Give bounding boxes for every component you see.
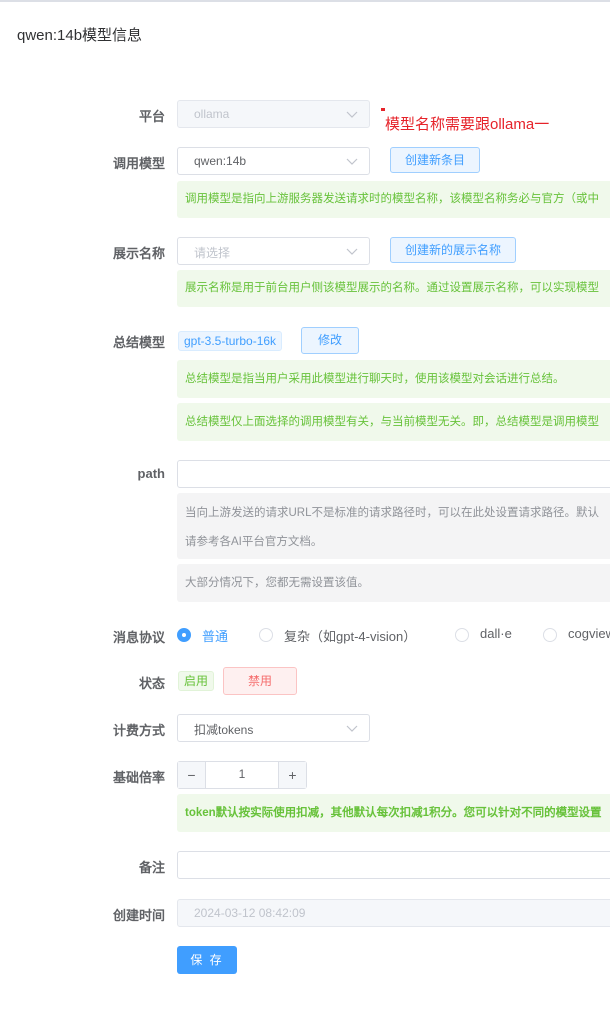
summary-model-label: 总结模型 [112, 335, 165, 350]
status-label: 状态 [138, 676, 165, 691]
summary-model-tip-1: 总结模型是指当用户采用此模型进行聊天时，使用该模型对会话进行总结。 [177, 360, 610, 398]
create-model-button[interactable]: 创建新条目 [390, 147, 481, 173]
top-divider [0, 0, 610, 2]
created-label: 创建时间 [112, 908, 165, 923]
radio-checked-icon [177, 628, 191, 642]
path-info-2: 大部分情况下，您都无需设置该值。 [177, 564, 610, 602]
display-name-select[interactable]: 请选择 [177, 237, 370, 265]
path-label: path [137, 466, 165, 481]
billing-label: 计费方式 [112, 723, 165, 738]
rate-value[interactable]: 1 [206, 767, 278, 781]
protocol-label: 消息协议 [112, 630, 165, 645]
rate-label: 基础倍率 [112, 770, 165, 785]
created-value: 2024-03-12 08:42:09 [194, 906, 306, 920]
save-button[interactable]: 保 存 [177, 946, 237, 974]
path-info-1: 当向上游发送的请求URL不是标准的请求路径时，可以在此处设置请求路径。默认 请参… [177, 493, 610, 559]
summary-model-tip-2: 总结模型仅上面选择的调用模型有关，与当前模型无关。即，总结模型是调用模型 [177, 403, 610, 441]
model-select[interactable]: qwen:14b [177, 147, 370, 175]
status-tag: 启用 [178, 671, 215, 691]
chevron-down-icon [346, 111, 358, 118]
platform-label: 平台 [138, 109, 165, 124]
radio-unchecked-icon [259, 628, 273, 642]
model-label: 调用模型 [112, 156, 165, 171]
create-display-name-button[interactable]: 创建新的展示名称 [390, 237, 517, 263]
model-value: qwen:14b [194, 154, 247, 168]
summary-model-tag: gpt-3.5-turbo-16k [178, 331, 283, 351]
display-name-label: 展示名称 [112, 246, 165, 261]
remark-label: 备注 [138, 860, 165, 875]
disable-button[interactable]: 禁用 [223, 667, 298, 695]
protocol-option-label: 普通 [202, 629, 229, 644]
remark-input[interactable] [177, 851, 610, 879]
chevron-down-icon [346, 248, 358, 255]
rate-tip: token默认按实际使用扣减，其他默认每次扣减1积分。您可以针对不同的模型设置 [177, 794, 610, 832]
platform-value: ollama [194, 107, 230, 121]
model-tip: 调用模型是指向上游服务器发送请求时的模型名称，该模型名称务必与官方（或中 [177, 181, 610, 218]
protocol-option-label: cogview [568, 626, 610, 641]
rate-stepper[interactable]: − 1 + [177, 761, 307, 789]
billing-select[interactable]: 扣减tokens [177, 714, 370, 742]
chevron-down-icon [346, 158, 358, 165]
annotation-text: 模型名称需要跟ollama一 [385, 116, 550, 133]
increment-button[interactable]: + [278, 762, 306, 788]
created-input: 2024-03-12 08:42:09 [177, 899, 610, 927]
radio-unchecked-icon [455, 628, 469, 642]
display-name-placeholder: 请选择 [194, 246, 231, 260]
path-input[interactable] [177, 460, 610, 488]
annotation-mark [381, 108, 385, 111]
protocol-option-label: 复杂（如gpt-4-vision） [284, 629, 417, 644]
display-name-tip: 展示名称是用于前台用户侧该模型展示的名称。通过设置展示名称，可以实现模型 [177, 270, 610, 307]
edit-summary-model-button[interactable]: 修改 [301, 327, 360, 354]
platform-select[interactable]: ollama [177, 100, 370, 128]
decrement-button[interactable]: − [178, 762, 206, 788]
protocol-option-label: dall·e [480, 626, 512, 641]
radio-unchecked-icon [543, 628, 557, 642]
chevron-down-icon [346, 725, 358, 732]
billing-value: 扣减tokens [194, 723, 254, 737]
path-info-line-1: 当向上游发送的请求URL不是标准的请求路径时，可以在此处设置请求路径。默认 [185, 507, 600, 519]
path-info-line-2: 请参考各AI平台官方文档。 [185, 536, 323, 548]
page-title: qwen:14b模型信息 [17, 27, 143, 44]
